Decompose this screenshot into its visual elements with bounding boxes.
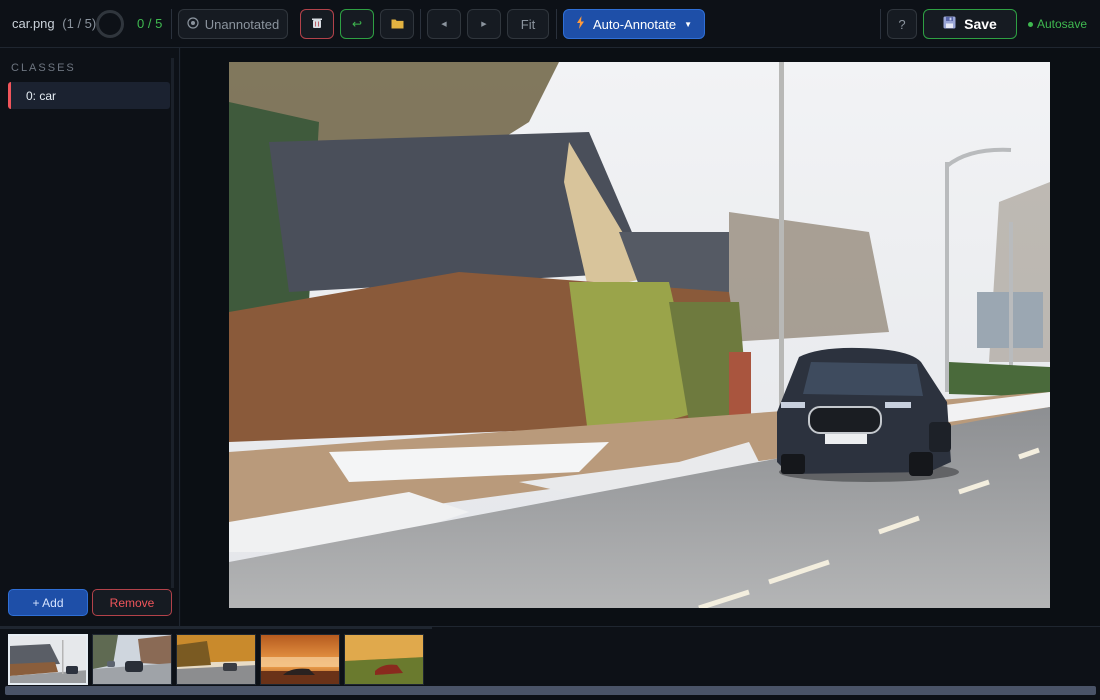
filmstrip-scrollbar[interactable] [5, 686, 1096, 695]
annotation-progress: 0 / 5 [137, 16, 163, 31]
autosave-indicator[interactable]: Autosave [1028, 17, 1087, 47]
folder-icon [391, 17, 404, 32]
thumbnail-image [177, 635, 255, 684]
remove-class-button[interactable]: Remove [92, 589, 172, 616]
target-icon [187, 16, 199, 32]
floppy-disk-icon [943, 16, 956, 32]
undo-button[interactable]: ↩ [340, 9, 374, 39]
classes-heading: CLASSES [11, 62, 76, 74]
thumbnail-3[interactable] [176, 634, 256, 685]
previous-image-button[interactable]: ◀ [427, 9, 461, 39]
street-photo [229, 62, 1050, 608]
open-folder-button[interactable] [380, 9, 414, 39]
delete-button[interactable] [300, 9, 334, 39]
thumbnail-2[interactable] [92, 634, 172, 685]
thumbnail-image [10, 636, 86, 683]
toolbar-divider [556, 9, 557, 39]
triangle-right-icon: ▶ [481, 21, 487, 28]
thumbnail-5[interactable] [344, 634, 424, 685]
add-class-button[interactable]: + Add [8, 589, 88, 616]
toolbar-divider [171, 9, 172, 39]
add-class-label: + Add [32, 595, 64, 610]
progress-ring [96, 10, 124, 38]
class-item-car[interactable]: 0: car [8, 82, 170, 109]
toolbar-divider [420, 9, 421, 39]
dropdown-caret-icon: ▼ [684, 19, 693, 29]
trash-icon [311, 17, 323, 32]
triangle-left-icon: ◀ [441, 21, 447, 28]
toolbar: car.png (1 / 5) 0 / 5 Unannotated ↩ ◀ ▶ … [0, 0, 1100, 48]
file-index: (1 / 5) [62, 16, 97, 31]
help-label: ? [898, 16, 906, 32]
unannotated-filter-button[interactable]: Unannotated [178, 9, 288, 39]
auto-annotate-button[interactable]: Auto-Annotate ▼ [563, 9, 705, 39]
filmstrip [0, 626, 1100, 700]
image-canvas[interactable] [229, 62, 1050, 608]
fit-button[interactable]: Fit [507, 9, 549, 39]
thumbnail-4[interactable] [260, 634, 340, 685]
remove-class-label: Remove [109, 595, 155, 610]
save-label: Save [964, 16, 997, 32]
file-name: car.png (1 / 5) [12, 16, 96, 46]
auto-annotate-label: Auto-Annotate [592, 16, 677, 32]
help-button[interactable]: ? [887, 9, 917, 39]
filmstrip-divider [0, 627, 432, 629]
lightning-icon [576, 16, 585, 32]
fit-label: Fit [520, 16, 536, 32]
status-dot-icon [1028, 22, 1033, 28]
file-name-text: car.png [12, 16, 55, 31]
thumbnail-1[interactable] [8, 634, 88, 685]
classes-sidebar: CLASSES 0: car + Add Remove [0, 48, 180, 626]
sidebar-scrollbar[interactable] [171, 58, 174, 588]
undo-icon: ↩ [351, 17, 363, 31]
unannotated-label: Unannotated [204, 16, 280, 32]
autosave-label: Autosave [1037, 17, 1088, 31]
toolbar-divider [880, 9, 881, 39]
thumbnail-image [261, 635, 339, 684]
save-button[interactable]: Save [923, 9, 1017, 39]
class-label: 0: car [26, 88, 57, 103]
thumbnail-image [93, 635, 171, 684]
next-image-button[interactable]: ▶ [467, 9, 501, 39]
thumbnail-image [345, 635, 423, 684]
